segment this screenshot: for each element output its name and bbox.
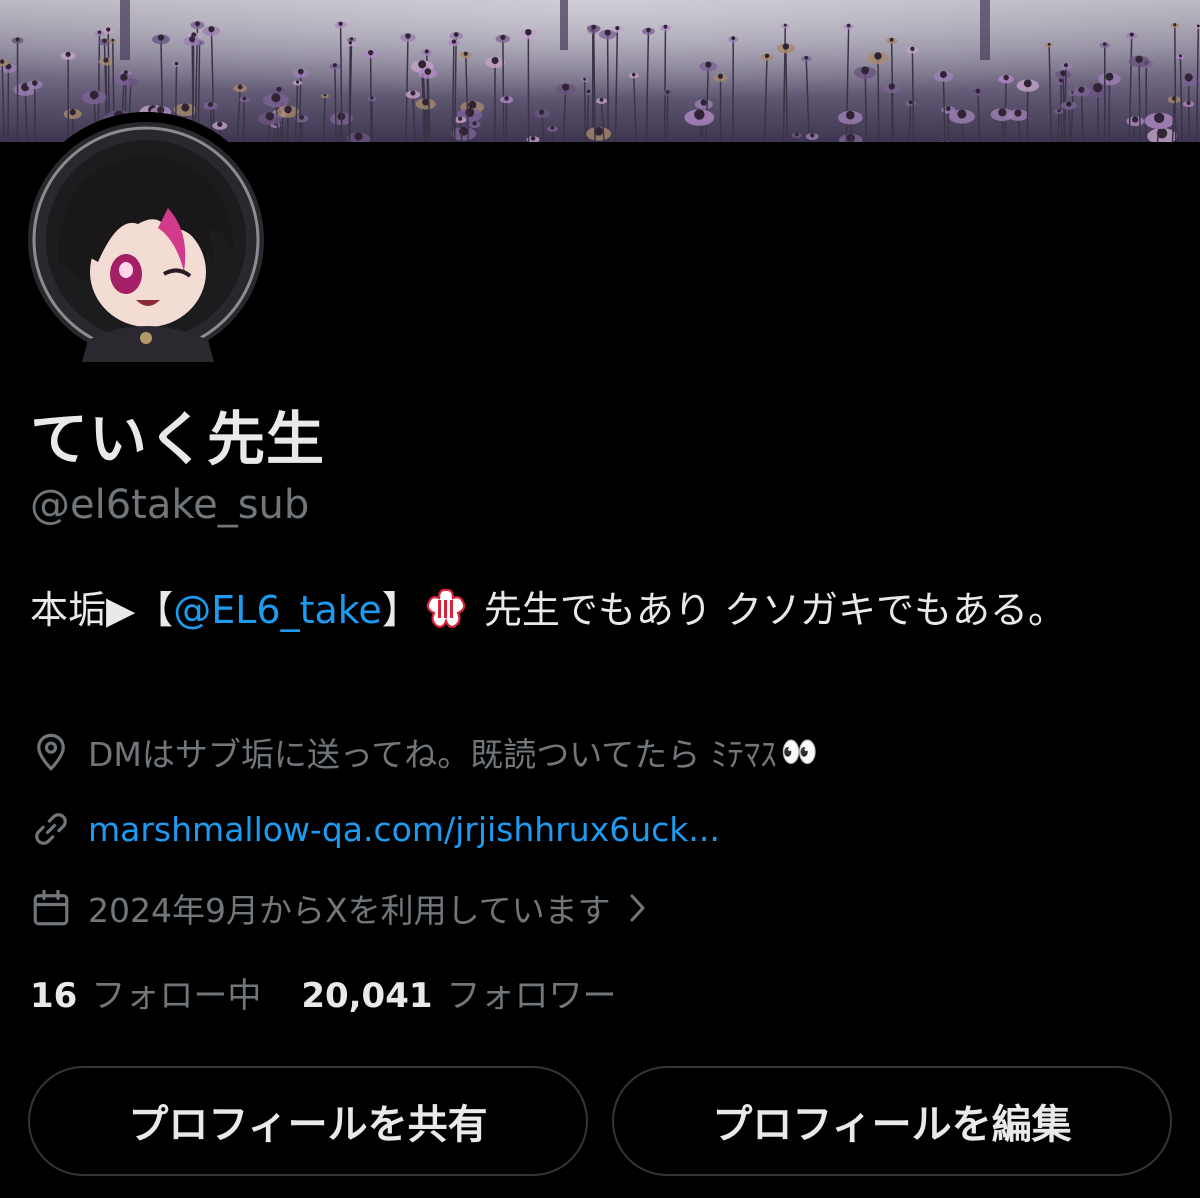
profile-location: DMはサブ垢に送ってね。既読ついてたら ﾐﾃﾏｽ 👀 xyxy=(30,728,818,776)
following-count: 16 xyxy=(30,976,78,1016)
following-stat[interactable]: 16 フォロー中 xyxy=(30,968,261,1017)
location-text: DMはサブ垢に送ってね。既読ついてたら ﾐﾃﾏｽ xyxy=(88,735,777,774)
link-icon xyxy=(35,813,67,845)
following-label: フォロー中 xyxy=(91,976,262,1016)
bio-tail: 先生でもあり クソガキでもある。 xyxy=(471,588,1066,632)
profile-website[interactable]: marshmallow-qa.com/jrjishhrux6uck... xyxy=(30,808,720,850)
followers-stat[interactable]: 20,041 フォロワー xyxy=(301,968,616,1017)
calendar-icon xyxy=(33,889,69,926)
joined-text: 2024年9月からXを利用しています xyxy=(88,891,611,930)
share-profile-button[interactable]: プロフィールを共有 xyxy=(28,1066,588,1176)
location-emoji: 👀 xyxy=(780,734,819,770)
edit-profile-button[interactable]: プロフィールを編集 xyxy=(612,1066,1172,1176)
bio-prefix: 本垢▶【 xyxy=(30,588,174,632)
profile-bio: 本垢▶【@EL6_take】 先生でもあり クソガキでもある。 xyxy=(30,582,1170,638)
user-handle: @el6take_sub xyxy=(30,482,310,528)
sakura-stamp-icon xyxy=(426,588,466,628)
bio-bracket: 】 xyxy=(381,588,420,632)
avatar-image xyxy=(18,112,274,368)
display-name: ていく先生 xyxy=(30,405,326,473)
bio-mention-link[interactable]: @EL6_take xyxy=(173,588,382,632)
location-pin-icon xyxy=(37,733,65,771)
profile-avatar[interactable] xyxy=(18,112,274,368)
profile-joined-date[interactable]: 2024年9月からXを利用しています xyxy=(30,884,649,932)
website-link[interactable]: marshmallow-qa.com/jrjishhrux6uck... xyxy=(88,810,720,849)
follow-stats: 16 フォロー中 20,041 フォロワー xyxy=(30,968,617,1017)
followers-count: 20,041 xyxy=(301,976,433,1016)
chevron-right-icon xyxy=(630,894,645,922)
followers-label: フォロワー xyxy=(446,976,617,1016)
